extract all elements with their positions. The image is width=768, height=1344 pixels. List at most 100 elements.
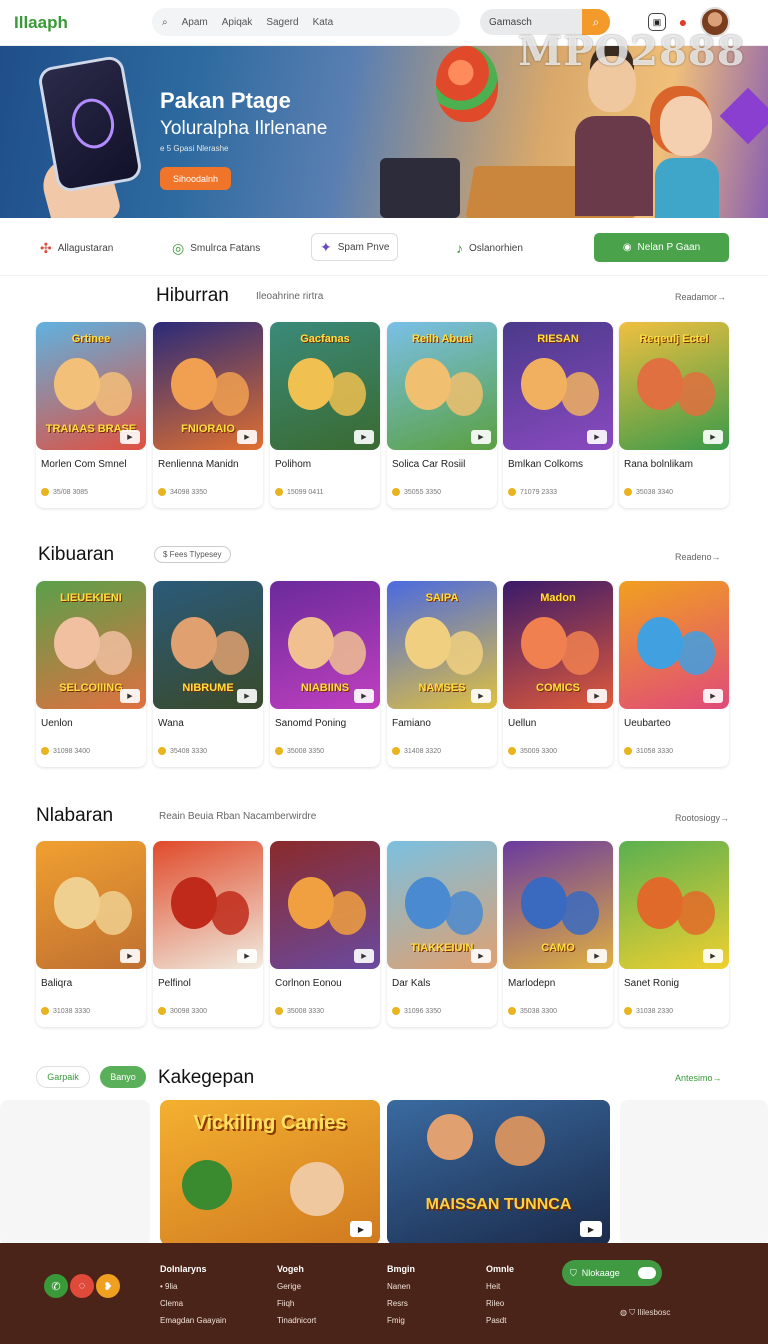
nav-item[interactable]: Sagerd: [266, 17, 298, 28]
footer-link[interactable]: Nanen: [387, 1278, 415, 1295]
play-icon[interactable]: ▶: [120, 949, 140, 963]
hero-button[interactable]: Sihoodalnh: [160, 167, 231, 190]
play-icon[interactable]: ▶: [703, 430, 723, 444]
footer-link[interactable]: Clema: [160, 1295, 226, 1312]
game-card[interactable]: ▶ Baliqra 31038 3330: [36, 841, 146, 1027]
phone-icon[interactable]: ✆: [44, 1274, 68, 1298]
game-card[interactable]: SAIPA NAMSES ▶ Famiano 31408 3320: [387, 581, 497, 767]
coin-icon: [275, 1007, 283, 1015]
game-card[interactable]: NIABIINS ▶ Sanomd Poning 35008 3350: [270, 581, 380, 767]
character-illustration: [561, 891, 599, 935]
game-card[interactable]: LIEUEKIENI SELCOIIING ▶ Uenlon 31098 3400: [36, 581, 146, 767]
game-thumbnail[interactable]: TIAKKEIUIN ▶: [387, 841, 497, 969]
game-card[interactable]: Reilh Abuai ▶ Solica Car Rosiil 35055 3350: [387, 322, 497, 508]
footer-link[interactable]: Fmig: [387, 1312, 415, 1329]
footer-link[interactable]: Resrs: [387, 1295, 415, 1312]
nav-item[interactable]: Kata: [313, 17, 334, 28]
nav-item[interactable]: Apiqak: [222, 17, 253, 28]
see-more-link[interactable]: Readeno→: [675, 552, 721, 562]
category-item[interactable]: ◎ Smulrca Fatans: [172, 236, 260, 260]
play-icon[interactable]: ▶: [587, 949, 607, 963]
game-card[interactable]: CAMO ▶ Marlodepn 35038 3300: [503, 841, 613, 1027]
featured-card[interactable]: MAISSAN TUNNCA ▶: [387, 1100, 610, 1245]
nav-item[interactable]: Apam: [182, 17, 208, 28]
play-icon[interactable]: ▶: [471, 949, 491, 963]
game-thumbnail[interactable]: ▶: [153, 841, 263, 969]
game-thumbnail[interactable]: ▶: [619, 581, 729, 709]
play-icon[interactable]: ▶: [354, 949, 374, 963]
footer-link[interactable]: Gerige: [277, 1278, 316, 1295]
footer-link[interactable]: Fiiqh: [277, 1295, 316, 1312]
footer-link[interactable]: Emagdan Gaayain: [160, 1312, 226, 1329]
game-thumbnail[interactable]: ▶: [619, 841, 729, 969]
game-art-title: Reqeulj Ectel: [639, 333, 709, 345]
game-card[interactable]: ▶ Corlnon Eonou 35008 3330: [270, 841, 380, 1027]
game-card[interactable]: NIBRUME ▶ Wana 35408 3330: [153, 581, 263, 767]
play-icon[interactable]: ▶: [237, 689, 257, 703]
game-card[interactable]: RIESAN ▶ Bmlkan Colkoms 71079 2333: [503, 322, 613, 508]
category-label: Oslanorhien: [469, 242, 523, 254]
site-logo[interactable]: Illaaph: [14, 13, 134, 33]
game-thumbnail[interactable]: LIEUEKIENI SELCOIIING ▶: [36, 581, 146, 709]
game-card[interactable]: ▶ Pelfinol 30098 3300: [153, 841, 263, 1027]
play-icon[interactable]: ▶: [120, 689, 140, 703]
game-card[interactable]: ▶ Ueubarteo 31058 3330: [619, 581, 729, 767]
chat-icon[interactable]: ❥: [96, 1274, 120, 1298]
play-icon[interactable]: ▶: [580, 1221, 602, 1237]
game-card[interactable]: ▶ Sanet Ronig 31038 2330: [619, 841, 729, 1027]
play-icon[interactable]: ▶: [350, 1221, 372, 1237]
footer-link[interactable]: Heit: [486, 1278, 514, 1295]
game-thumbnail[interactable]: CAMO ▶: [503, 841, 613, 969]
category-item[interactable]: ✦ Spam Pnve: [311, 233, 399, 261]
game-thumbnail[interactable]: ▶: [36, 841, 146, 969]
play-icon[interactable]: ▶: [703, 949, 723, 963]
footer-toggle-button[interactable]: ⛉ Nlokaage: [562, 1260, 662, 1286]
footer-link[interactable]: Rileo: [486, 1295, 514, 1312]
game-thumbnail[interactable]: Reqeulj Ectel ▶: [619, 322, 729, 450]
social-icon[interactable]: ◌: [70, 1274, 94, 1298]
filter-tag[interactable]: $ Fees Tlypesey: [154, 546, 231, 563]
coin-icon: [158, 1007, 166, 1015]
game-thumbnail[interactable]: NIABIINS ▶: [270, 581, 380, 709]
game-thumbnail[interactable]: Gacfanas ▶: [270, 322, 380, 450]
play-icon[interactable]: ▶: [703, 689, 723, 703]
see-more-link[interactable]: Antesimo→: [675, 1073, 722, 1083]
play-icon[interactable]: ▶: [237, 949, 257, 963]
footer-link[interactable]: Tinadnicort: [277, 1312, 316, 1329]
game-thumbnail[interactable]: ▶: [270, 841, 380, 969]
coin-icon: [392, 747, 400, 755]
game-card[interactable]: FNIORAIO ▶ Renlienna Manidn 34098 3350: [153, 322, 263, 508]
toggle-switch[interactable]: [638, 1267, 656, 1279]
game-thumbnail[interactable]: Grtinee TRAIAAS BRASE ▶: [36, 322, 146, 450]
game-thumbnail[interactable]: Reilh Abuai ▶: [387, 322, 497, 450]
play-icon[interactable]: ▶: [354, 430, 374, 444]
game-card[interactable]: Grtinee TRAIAAS BRASE ▶ Morlen Com Smnel 35/…: [36, 322, 146, 508]
tab-pill[interactable]: Garpaik: [36, 1066, 90, 1088]
play-icon[interactable]: ▶: [354, 689, 374, 703]
footer-link[interactable]: • 9lia: [160, 1278, 226, 1295]
category-cta-button[interactable]: ◉ Nelan P Gaan: [594, 233, 729, 262]
game-card[interactable]: Reqeulj Ectel ▶ Rana bolnlikam 35038 3340: [619, 322, 729, 508]
category-item[interactable]: ♪ Oslanorhien: [456, 236, 523, 260]
game-thumbnail[interactable]: FNIORAIO ▶: [153, 322, 263, 450]
game-card[interactable]: TIAKKEIUIN ▶ Dar Kals 31096 3350: [387, 841, 497, 1027]
game-card[interactable]: Madon COMICS ▶ Uellun 35009 3300: [503, 581, 613, 767]
featured-card[interactable]: Vickiling Canies ▶: [160, 1100, 380, 1245]
play-icon[interactable]: ▶: [471, 430, 491, 444]
category-item[interactable]: ✣ Allagustaran: [40, 236, 113, 260]
play-icon[interactable]: ▶: [237, 430, 257, 444]
see-more-link[interactable]: Rootosiogy→: [675, 813, 729, 823]
tab-pill-active[interactable]: Banyo: [100, 1066, 146, 1088]
game-thumbnail[interactable]: RIESAN ▶: [503, 322, 613, 450]
see-more-link[interactable]: Readamor→: [675, 292, 726, 302]
play-icon[interactable]: ▶: [471, 689, 491, 703]
game-thumbnail[interactable]: NIBRUME ▶: [153, 581, 263, 709]
play-icon[interactable]: ▶: [587, 430, 607, 444]
play-icon[interactable]: ▶: [120, 430, 140, 444]
play-icon[interactable]: ▶: [587, 689, 607, 703]
game-stat-value: 34098 3350: [170, 488, 207, 496]
game-thumbnail[interactable]: SAIPA NAMSES ▶: [387, 581, 497, 709]
game-thumbnail[interactable]: Madon COMICS ▶: [503, 581, 613, 709]
footer-link[interactable]: Pasdt: [486, 1312, 514, 1329]
game-card[interactable]: Gacfanas ▶ Polihom 15099 0411: [270, 322, 380, 508]
